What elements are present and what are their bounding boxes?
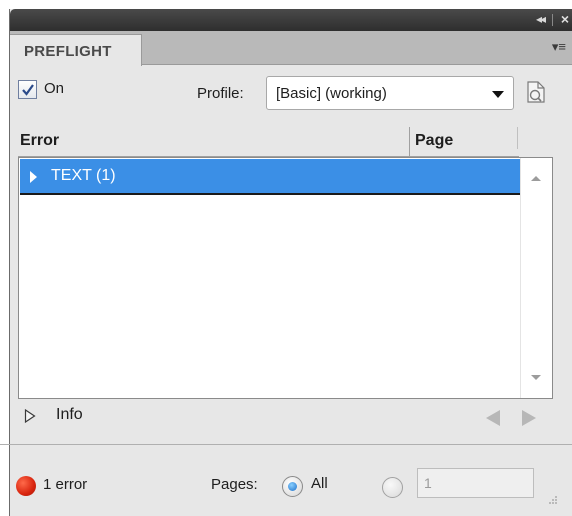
page-range-field[interactable]: 1 xyxy=(417,468,534,498)
footer-divider xyxy=(0,444,572,445)
chevron-down-icon xyxy=(492,91,504,98)
profile-value: [Basic] (working) xyxy=(276,85,387,102)
pages-label: Pages: xyxy=(211,476,258,493)
pages-all-radio[interactable] xyxy=(282,476,303,497)
column-header-row: Error Page xyxy=(18,127,519,157)
pages-range-radio[interactable] xyxy=(382,477,403,498)
panel-menu-icon[interactable]: ▾≡ xyxy=(552,39,566,55)
define-profiles-icon[interactable] xyxy=(522,78,548,106)
info-label: Info xyxy=(56,406,83,423)
error-count-text[interactable]: 1 error xyxy=(43,476,87,493)
error-row-text[interactable]: TEXT (1) xyxy=(20,159,520,195)
disclosure-triangle-icon xyxy=(24,409,36,423)
scroll-up-icon[interactable] xyxy=(531,176,541,181)
on-label: On xyxy=(44,80,65,97)
tab-preflight[interactable]: PREFLIGHT xyxy=(10,34,142,66)
page-range-value: 1 xyxy=(424,475,432,491)
error-row-label: TEXT (1) xyxy=(51,167,116,184)
scroll-down-icon[interactable] xyxy=(531,375,541,380)
column-divider[interactable] xyxy=(409,127,410,157)
on-checkbox[interactable] xyxy=(18,80,37,99)
pages-all-label: All xyxy=(311,475,328,492)
resize-grip-icon[interactable] xyxy=(548,495,558,505)
profile-label: Profile: xyxy=(197,85,244,102)
tab-label: PREFLIGHT xyxy=(24,43,112,60)
column-header-error[interactable]: Error xyxy=(20,132,59,150)
radio-selected-dot xyxy=(288,482,297,491)
error-status-icon xyxy=(16,476,36,496)
collapse-icon[interactable]: ◂◂ xyxy=(536,12,546,26)
tab-bar: PREFLIGHT ▾≡ xyxy=(10,31,572,66)
error-list: TEXT (1) xyxy=(18,157,553,399)
info-toggle[interactable]: Info xyxy=(18,404,118,428)
next-arrow-icon[interactable] xyxy=(522,410,536,426)
column-header-page[interactable]: Page xyxy=(415,132,453,150)
close-icon[interactable]: × xyxy=(561,11,569,27)
checkmark-icon xyxy=(22,84,34,96)
panel-titlebar[interactable]: ◂◂ × xyxy=(10,9,572,31)
profile-dropdown[interactable]: [Basic] (working) xyxy=(266,76,514,110)
column-divider-end xyxy=(517,127,518,149)
titlebar-divider xyxy=(552,14,553,26)
previous-arrow-icon[interactable] xyxy=(486,410,500,426)
expand-triangle-icon[interactable] xyxy=(30,171,37,183)
list-scrollbar[interactable] xyxy=(520,158,552,398)
